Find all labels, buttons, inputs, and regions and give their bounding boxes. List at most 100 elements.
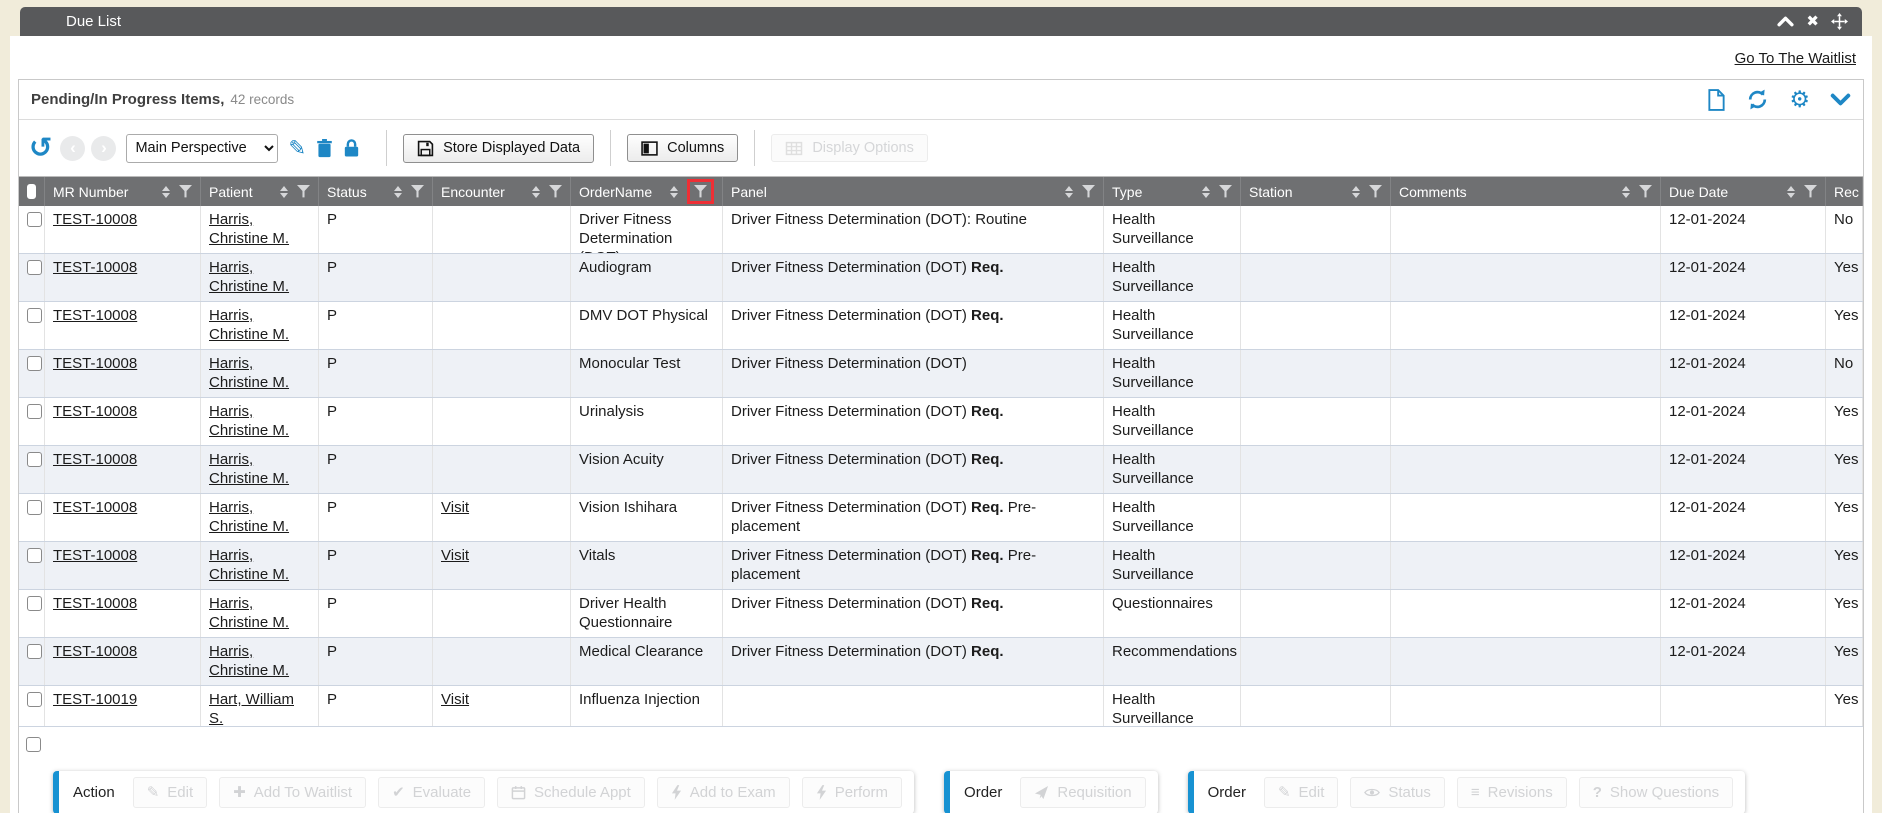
- undo-icon[interactable]: ↺: [29, 134, 52, 162]
- column-header-panel[interactable]: Panel: [723, 177, 1104, 206]
- row-checkbox[interactable]: [26, 737, 41, 752]
- column-header-station[interactable]: Station: [1241, 177, 1391, 206]
- new-document-icon[interactable]: [1707, 89, 1726, 111]
- cell-status: P: [319, 254, 433, 301]
- mr-number-link[interactable]: TEST-10008: [53, 595, 137, 612]
- lightning-icon: [816, 785, 827, 800]
- row-checkbox[interactable]: [27, 452, 42, 467]
- column-header-comments[interactable]: Comments: [1391, 177, 1661, 206]
- refresh-icon[interactable]: [1746, 88, 1769, 111]
- delete-perspective-trash-icon[interactable]: [316, 138, 333, 158]
- panel-header: Pending/In Progress Items, 42 records ⚙: [19, 80, 1863, 120]
- cell-patient: Harris, Christine M.: [201, 350, 319, 397]
- patient-link[interactable]: Harris, Christine M.: [209, 595, 289, 631]
- sort-arrows-icon[interactable]: [532, 186, 540, 198]
- patient-link[interactable]: Harris, Christine M.: [209, 499, 289, 535]
- filter-funnel-icon[interactable]: [1219, 185, 1232, 198]
- row-checkbox[interactable]: [27, 308, 42, 323]
- cell-encounter: [433, 446, 571, 493]
- column-header-encounter[interactable]: Encounter: [433, 177, 571, 206]
- waitlist-link-row: Go To The Waitlist: [18, 36, 1864, 79]
- filter-funnel-icon[interactable]: [179, 185, 192, 198]
- close-icon[interactable]: ✖: [1806, 14, 1819, 29]
- sort-arrows-icon[interactable]: [1352, 186, 1360, 198]
- filter-funnel-icon[interactable]: [297, 185, 310, 198]
- encounter-visit-link[interactable]: Visit: [441, 499, 469, 516]
- collapse-panel-chevron-icon[interactable]: [1830, 93, 1851, 106]
- action-bar: Action✎Edit✚Add To Waitlist✔EvaluateSche…: [53, 771, 1863, 813]
- patient-link[interactable]: Harris, Christine M.: [209, 547, 289, 583]
- column-header-status[interactable]: Status: [319, 177, 433, 206]
- encounter-visit-link[interactable]: Visit: [441, 547, 469, 564]
- sort-arrows-icon[interactable]: [280, 186, 288, 198]
- mr-number-link[interactable]: TEST-10008: [53, 451, 137, 468]
- patient-link[interactable]: Harris, Christine M.: [209, 403, 289, 439]
- filter-funnel-icon[interactable]: [1082, 185, 1095, 198]
- patient-link[interactable]: Harris, Christine M.: [209, 307, 289, 343]
- encounter-visit-link[interactable]: Visit: [441, 691, 469, 708]
- sort-arrows-icon[interactable]: [1065, 186, 1073, 198]
- filter-funnel-icon[interactable]: [694, 185, 707, 198]
- mr-number-link[interactable]: TEST-10019: [53, 691, 137, 708]
- mr-number-link[interactable]: TEST-10008: [53, 643, 137, 660]
- cell-rec: Yes: [1826, 590, 1863, 637]
- sort-arrows-icon[interactable]: [394, 186, 402, 198]
- filter-funnel-icon[interactable]: [411, 185, 424, 198]
- row-checkbox[interactable]: [27, 596, 42, 611]
- mr-number-link[interactable]: TEST-10008: [53, 259, 137, 276]
- sort-arrows-icon[interactable]: [162, 186, 170, 198]
- mr-number-link[interactable]: TEST-10008: [53, 307, 137, 324]
- column-header-rec[interactable]: Rec: [1826, 177, 1863, 206]
- select-all-checkbox[interactable]: [27, 184, 36, 199]
- column-header-patient[interactable]: Patient: [201, 177, 319, 206]
- patient-link[interactable]: Harris, Christine M.: [209, 259, 289, 295]
- row-checkbox[interactable]: [27, 500, 42, 515]
- column-header-mr[interactable]: MR Number: [45, 177, 201, 206]
- cell-order-name: Vitals: [571, 542, 723, 589]
- row-checkbox[interactable]: [27, 548, 42, 563]
- lock-perspective-icon[interactable]: [343, 138, 360, 158]
- gear-icon[interactable]: ⚙: [1789, 88, 1810, 111]
- filter-funnel-icon[interactable]: [549, 185, 562, 198]
- move-icon[interactable]: [1831, 13, 1848, 30]
- perspective-select[interactable]: Main Perspective: [126, 134, 278, 163]
- column-header-due[interactable]: Due Date: [1661, 177, 1826, 206]
- column-header-type[interactable]: Type: [1104, 177, 1241, 206]
- row-checkbox[interactable]: [27, 644, 42, 659]
- filter-funnel-icon[interactable]: [1369, 185, 1382, 198]
- patient-link[interactable]: Harris, Christine M.: [209, 211, 289, 247]
- patient-link[interactable]: Harris, Christine M.: [209, 643, 289, 679]
- sort-arrows-icon[interactable]: [1202, 186, 1210, 198]
- sort-arrows-icon[interactable]: [670, 186, 678, 198]
- patient-link[interactable]: Hart, William S.: [209, 691, 294, 726]
- edit-perspective-pencil-icon[interactable]: ✎: [288, 138, 306, 159]
- sort-arrows-icon[interactable]: [1622, 186, 1630, 198]
- column-header-order[interactable]: OrderName: [571, 177, 723, 206]
- pencil-icon: ✎: [1278, 785, 1291, 800]
- store-displayed-data-button[interactable]: Store Displayed Data: [403, 134, 594, 163]
- cell-order-name: Driver Health Questionnaire: [571, 590, 723, 637]
- cell-due-date: 12-01-2024: [1661, 494, 1826, 541]
- row-checkbox[interactable]: [27, 356, 42, 371]
- sort-arrows-icon[interactable]: [1787, 186, 1795, 198]
- action-group: Action✎Edit✚Add To Waitlist✔EvaluateSche…: [53, 771, 914, 813]
- row-checkbox[interactable]: [27, 212, 42, 227]
- go-to-waitlist-link[interactable]: Go To The Waitlist: [1735, 50, 1856, 67]
- mr-number-link[interactable]: TEST-10008: [53, 355, 137, 372]
- cell-status: P: [319, 542, 433, 589]
- cell-status: P: [319, 350, 433, 397]
- row-checkbox[interactable]: [27, 260, 42, 275]
- columns-button[interactable]: Columns: [627, 134, 738, 162]
- toolbar-divider: [610, 130, 611, 166]
- mr-number-link[interactable]: TEST-10008: [53, 547, 137, 564]
- mr-number-link[interactable]: TEST-10008: [53, 499, 137, 516]
- patient-link[interactable]: Harris, Christine M.: [209, 451, 289, 487]
- mr-number-link[interactable]: TEST-10008: [53, 403, 137, 420]
- filter-funnel-icon[interactable]: [1639, 185, 1652, 198]
- collapse-icon[interactable]: [1777, 16, 1794, 27]
- row-checkbox[interactable]: [27, 692, 42, 707]
- row-checkbox[interactable]: [27, 404, 42, 419]
- mr-number-link[interactable]: TEST-10008: [53, 211, 137, 228]
- filter-funnel-icon[interactable]: [1804, 185, 1817, 198]
- patient-link[interactable]: Harris, Christine M.: [209, 355, 289, 391]
